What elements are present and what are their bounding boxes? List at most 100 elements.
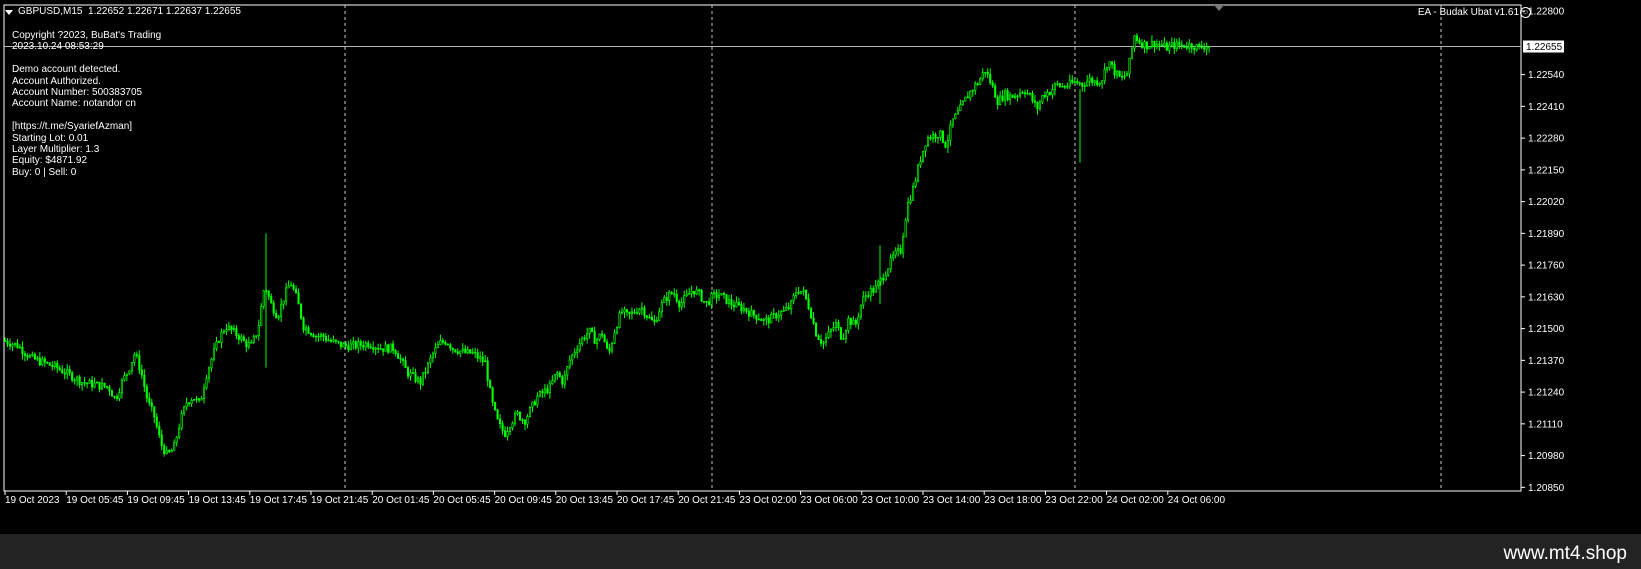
candle-body [287, 285, 290, 289]
chart-window[interactable]: 1.22800 1.22540 1.22410 1.22280 1.22150 1.220… [0, 0, 1641, 534]
candle-body [1143, 41, 1146, 48]
candle-body [1076, 81, 1079, 84]
candle-body [133, 354, 136, 363]
time-tick-label: 23 Oct 06:00 [801, 495, 859, 506]
candle-body [257, 325, 260, 336]
candle-body [742, 307, 745, 312]
candle-body [347, 345, 350, 351]
candle-body [852, 320, 855, 325]
candle-body [767, 317, 770, 324]
candle-body [168, 450, 171, 453]
candle-body [424, 372, 427, 374]
candle-body [357, 341, 360, 349]
candle-body [772, 313, 775, 315]
candle-body [362, 345, 365, 348]
candle-body [175, 436, 178, 443]
candle-body [929, 137, 932, 140]
time-tick-label: 23 Oct 14:00 [923, 495, 981, 506]
price-tick-label: 1.21240 [1528, 388, 1565, 399]
candle-body [1103, 68, 1106, 82]
candle-body [1073, 81, 1076, 83]
candle-body [439, 340, 442, 345]
candle-body [220, 331, 223, 343]
symbol-header: GBPUSD,M15 1.22652 1.22671 1.22637 1.226… [18, 6, 241, 18]
price-tick-label: 1.21500 [1528, 324, 1565, 335]
candle-body [606, 341, 609, 349]
candle-body [623, 309, 626, 313]
candle-body [235, 328, 238, 336]
candle-body [1170, 42, 1173, 46]
candle-body [862, 296, 865, 306]
ea-name-label: EA - Budak Ubat v1.61 [1417, 7, 1519, 18]
candle-body [469, 349, 472, 354]
candle-body [598, 333, 601, 340]
candle-body [951, 118, 954, 126]
price-tick-label: 1.21890 [1528, 229, 1565, 240]
candle-body [533, 401, 536, 406]
candle-body [936, 137, 940, 139]
candle-body [1148, 46, 1151, 50]
candle-body [143, 374, 146, 387]
candle-body [285, 287, 288, 302]
candle-body [1061, 86, 1064, 88]
candle-body [1043, 95, 1046, 97]
candle-body [568, 359, 571, 368]
candle-body [1173, 42, 1176, 49]
candle-body [105, 386, 109, 388]
candle-body [240, 336, 243, 340]
time-tick-label: 19 Oct 17:45 [250, 495, 308, 506]
candle-body [563, 374, 566, 385]
candle-body [648, 316, 651, 319]
candle-body [546, 388, 549, 394]
candle-body [558, 372, 561, 378]
price-chart[interactable]: 1.22800 1.22540 1.22410 1.22280 1.22150 1.220… [0, 0, 1641, 534]
candle-body [722, 293, 726, 295]
candle-body [123, 375, 126, 381]
candle-body [135, 354, 138, 357]
candle-body [26, 355, 29, 358]
candle-body [725, 294, 728, 304]
candle-body [576, 349, 579, 353]
candle-body [474, 351, 477, 354]
candle-body [678, 300, 681, 308]
candle-body [839, 327, 842, 340]
candle-body [394, 350, 397, 354]
candle-body [907, 202, 910, 221]
candle-body [300, 303, 303, 319]
candle-body [379, 348, 382, 350]
candle-body [805, 289, 808, 299]
info-spacer [12, 110, 161, 121]
candle-body [795, 292, 798, 296]
candle-body [1016, 95, 1019, 98]
candle-body [83, 382, 86, 384]
candle-body [342, 343, 345, 348]
candle-body [693, 290, 696, 295]
candle-body [867, 295, 870, 297]
candle-body [1195, 44, 1198, 51]
candle-body [578, 343, 581, 351]
chart-shift-marker[interactable] [1214, 5, 1224, 11]
candle-body [212, 348, 216, 360]
candle-body [349, 343, 352, 351]
info-line: Buy: 0 | Sell: 0 [12, 166, 77, 178]
candle-body [280, 303, 283, 317]
candle-body [635, 312, 638, 315]
candle-body [68, 369, 71, 374]
time-tick-label: 20 Oct 01:45 [372, 495, 430, 506]
chart-header-collapse-icon[interactable] [5, 10, 13, 15]
candle-body [1155, 43, 1158, 48]
candle-body [416, 377, 420, 382]
candle-body [434, 347, 437, 354]
candle-body [673, 293, 676, 295]
candle-body [1021, 92, 1024, 94]
candle-body [1118, 70, 1121, 77]
candle-body [924, 145, 927, 152]
candle-body [334, 339, 337, 342]
candle-body [245, 340, 248, 348]
candle-body [872, 288, 875, 293]
candle-body [745, 307, 748, 312]
candle-body [217, 341, 221, 343]
candle-body [737, 301, 740, 306]
candle-body [712, 292, 716, 295]
info-line: Copyright ?2023, BuBat's Trading [12, 30, 162, 41]
